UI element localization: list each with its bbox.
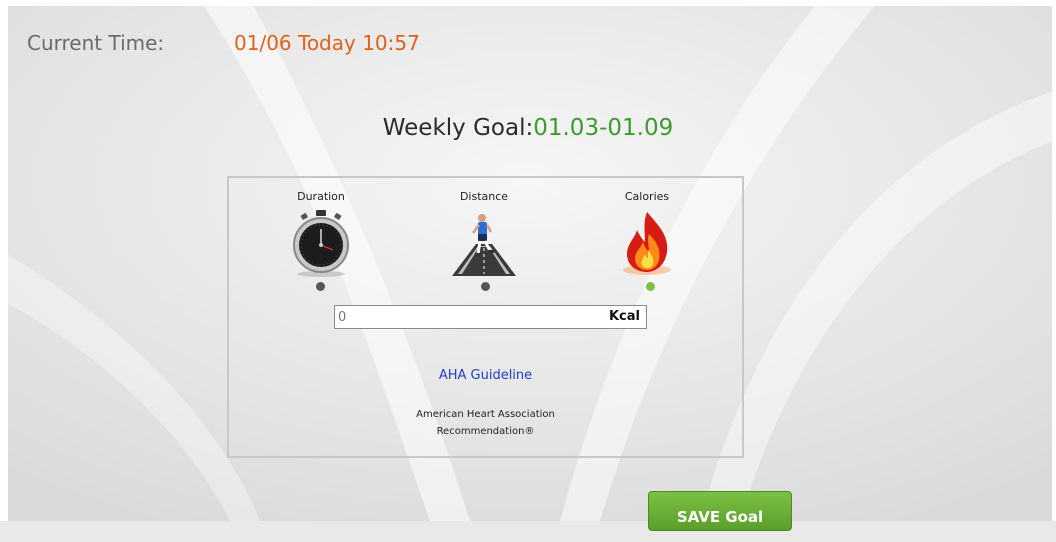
aha-description-line2: Recommendation®: [436, 426, 535, 437]
weekly-goal-label: Weekly Goal:: [382, 115, 534, 141]
aha-description-line1: American Heart Association: [416, 409, 555, 420]
aha-guideline-link[interactable]: AHA Guideline: [229, 368, 742, 383]
frame-left: [0, 0, 8, 521]
metric-duration[interactable]: Duration: [276, 190, 366, 278]
metric-calories-label: Calories: [624, 190, 670, 203]
metric-distance-dot[interactable]: [481, 282, 490, 291]
goal-input-wrapper: Kcal: [334, 305, 647, 329]
current-time-value: 01/06 Today 10:57: [234, 31, 420, 55]
goal-value-input[interactable]: [335, 306, 588, 328]
goal-unit-label: Kcal: [608, 309, 640, 324]
metric-calories[interactable]: Calories: [602, 190, 692, 278]
metric-distance[interactable]: Distance: [439, 190, 529, 278]
weekly-goal-heading: Weekly Goal:01.03-01.09: [0, 115, 1056, 141]
weekly-goal-range: 01.03-01.09: [533, 115, 674, 141]
metric-duration-dot[interactable]: [316, 282, 325, 291]
flame-icon: [623, 212, 671, 275]
metric-distance-label: Distance: [459, 190, 509, 203]
runner-icon: [452, 214, 516, 276]
metric-duration-label: Duration: [297, 190, 345, 203]
stopwatch-icon: [293, 210, 349, 277]
save-goal-button[interactable]: SAVE Goal: [648, 491, 792, 531]
frame-top: [0, 0, 1056, 6]
metric-calories-dot[interactable]: [646, 282, 655, 291]
aha-recommendation-text: American Heart Association Recommendatio…: [229, 406, 742, 440]
frame-right: [1052, 0, 1056, 521]
current-time-label: Current Time:: [27, 31, 165, 55]
goal-panel: Duration Distance Calories 0 Kcal AHA Gu…: [227, 176, 744, 458]
